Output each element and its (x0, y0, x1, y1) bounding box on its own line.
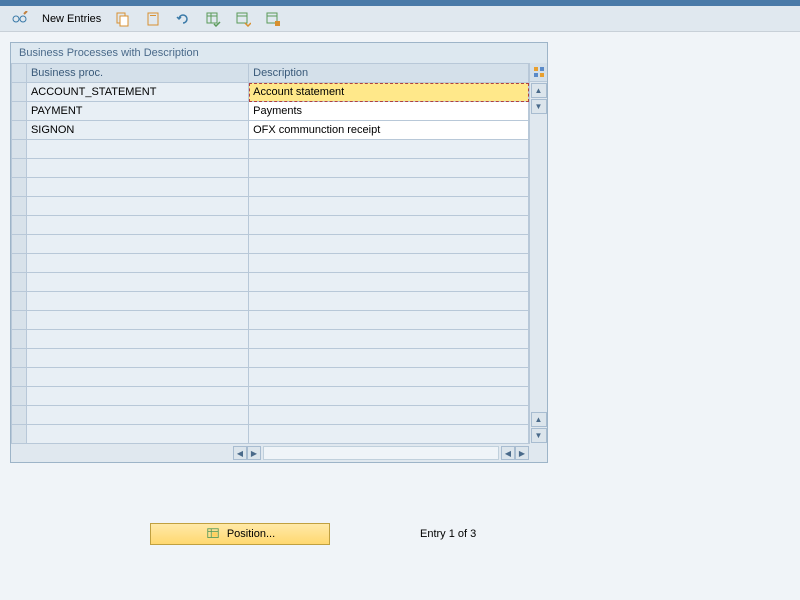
table-save-button[interactable] (261, 9, 285, 29)
table-row (12, 197, 529, 216)
footer: Position... Entry 1 of 3 (10, 523, 790, 545)
row-selector[interactable] (12, 121, 27, 140)
row-selector[interactable] (12, 102, 27, 121)
cell-business-proc[interactable]: ACCOUNT_STATEMENT (26, 83, 248, 102)
paste-button[interactable] (141, 9, 165, 29)
copy-icon (115, 11, 131, 27)
column-header-business-proc[interactable]: Business proc. (26, 64, 248, 83)
table-row (12, 311, 529, 330)
row-selector[interactable] (12, 254, 27, 273)
scroll-left-button[interactable]: ◀ (501, 446, 515, 460)
table-save-icon (265, 11, 281, 27)
panel-title: Business Processes with Description (11, 43, 547, 63)
table-check-icon (205, 11, 221, 27)
table-row: ACCOUNT_STATEMENT Account statement (12, 83, 529, 102)
row-selector[interactable] (12, 368, 27, 387)
row-selector[interactable] (12, 235, 27, 254)
row-selector[interactable] (12, 292, 27, 311)
scroll-up-button[interactable]: ▲ (531, 412, 547, 427)
cell-business-proc[interactable]: PAYMENT (26, 102, 248, 121)
table-row (12, 368, 529, 387)
table-row (12, 387, 529, 406)
table-header-row: Business proc. Description (12, 64, 529, 83)
table-row (12, 330, 529, 349)
undo-icon (175, 11, 191, 27)
cell-description[interactable]: OFX communction receipt (249, 121, 529, 140)
application-toolbar: New Entries (0, 6, 800, 32)
table-arrow-button[interactable] (231, 9, 255, 29)
scroll-down-button[interactable]: ▼ (531, 428, 547, 443)
scroll-up-button[interactable]: ▲ (531, 83, 547, 98)
row-selector[interactable] (12, 330, 27, 349)
position-icon (205, 526, 221, 542)
new-entries-button[interactable]: New Entries (38, 11, 105, 27)
cell-description[interactable]: Payments (249, 102, 529, 121)
table-row (12, 178, 529, 197)
grid-settings-icon[interactable] (530, 63, 547, 82)
scroll-track[interactable] (263, 446, 499, 460)
table-row: SIGNON OFX communction receipt (12, 121, 529, 140)
row-selector[interactable] (12, 83, 27, 102)
table-row (12, 235, 529, 254)
cell-description[interactable]: Account statement (249, 83, 529, 102)
row-selector[interactable] (12, 425, 27, 444)
table-row (12, 292, 529, 311)
table-row (12, 140, 529, 159)
row-selector[interactable] (12, 159, 27, 178)
entry-count-text: Entry 1 of 3 (420, 528, 476, 540)
select-all-corner[interactable] (12, 64, 27, 83)
row-selector[interactable] (12, 311, 27, 330)
table-row (12, 349, 529, 368)
scroll-right-button[interactable]: ▶ (247, 446, 261, 460)
table-row: PAYMENT Payments (12, 102, 529, 121)
row-selector[interactable] (12, 349, 27, 368)
row-selector[interactable] (12, 140, 27, 159)
row-selector[interactable] (12, 178, 27, 197)
table-row (12, 254, 529, 273)
table-row (12, 273, 529, 292)
position-label: Position... (227, 528, 275, 540)
new-entries-label: New Entries (42, 13, 101, 25)
business-processes-panel: Business Processes with Description Busi… (10, 42, 548, 463)
table-row (12, 406, 529, 425)
cell-business-proc[interactable]: SIGNON (26, 121, 248, 140)
table-row (12, 216, 529, 235)
copy-button[interactable] (111, 9, 135, 29)
scroll-right-button[interactable]: ▶ (515, 446, 529, 460)
row-selector[interactable] (12, 387, 27, 406)
row-selector[interactable] (12, 273, 27, 292)
scroll-left-button[interactable]: ◀ (233, 446, 247, 460)
paste-icon (145, 11, 161, 27)
table-arrow-icon (235, 11, 251, 27)
horizontal-scrollbar[interactable]: ◀ ▶ ◀ ▶ (11, 444, 547, 462)
display-change-button[interactable] (8, 9, 32, 29)
content-area: Business Processes with Description Busi… (0, 32, 800, 555)
undo-button[interactable] (171, 9, 195, 29)
glasses-pencil-icon (12, 11, 28, 27)
vertical-scrollbar[interactable]: ▲ ▼ ▲ ▼ (529, 63, 547, 444)
row-selector[interactable] (12, 197, 27, 216)
table-row (12, 425, 529, 444)
row-selector[interactable] (12, 406, 27, 425)
scroll-down-button[interactable]: ▼ (531, 99, 547, 114)
column-header-description[interactable]: Description (249, 64, 529, 83)
position-button[interactable]: Position... (150, 523, 330, 545)
row-selector[interactable] (12, 216, 27, 235)
table-check-button[interactable] (201, 9, 225, 29)
business-processes-table: Business proc. Description ACCOUNT_STATE… (11, 63, 529, 444)
table-row (12, 159, 529, 178)
